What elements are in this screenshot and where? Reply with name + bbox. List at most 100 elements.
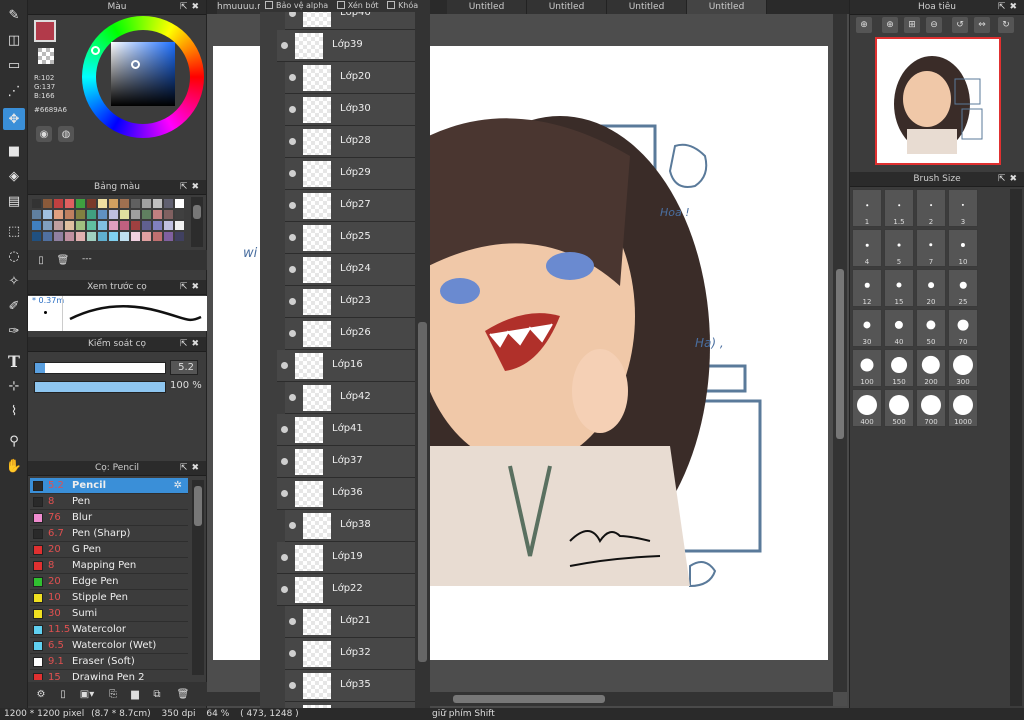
brush-item[interactable]: 8 Mapping Pen <box>30 558 188 574</box>
layer-visibility-icon[interactable] <box>289 522 296 529</box>
brush-size-scrollbar[interactable] <box>1010 189 1022 706</box>
layer-row[interactable]: Lớp29 <box>285 158 415 190</box>
layer-row[interactable]: Lớp20 <box>285 62 415 94</box>
tab-document-5[interactable]: Untitled <box>687 0 767 14</box>
palette-swatch[interactable] <box>142 232 151 241</box>
brush-tool-icon[interactable]: ✎ <box>3 4 25 26</box>
palette-swatch[interactable] <box>175 210 184 219</box>
move-tool-icon[interactable]: ✥ <box>3 108 25 130</box>
brush-size-preset[interactable]: 700 <box>916 389 946 427</box>
layer-row[interactable]: Lớp46 <box>285 12 415 30</box>
size-slider[interactable] <box>34 362 166 374</box>
brush-item[interactable]: 5.2 Pencil ✲ <box>30 478 188 494</box>
delete-color-icon[interactable]: 🗑 <box>56 253 70 267</box>
palette-swatch[interactable] <box>43 232 52 241</box>
panel-buttons[interactable]: ⇱✖ <box>180 337 203 352</box>
palette-swatch[interactable] <box>43 199 52 208</box>
layer-row[interactable]: Lớp21 <box>285 606 415 638</box>
brush-size-preset[interactable]: 40 <box>884 309 914 347</box>
palette-swatch[interactable] <box>120 210 129 219</box>
brush-size-preset[interactable]: 1000 <box>948 389 978 427</box>
layer-visibility-icon[interactable] <box>281 426 288 433</box>
palette-swatch[interactable] <box>32 221 41 230</box>
palette-swatch[interactable] <box>109 210 118 219</box>
brush-size-preset[interactable]: 150 <box>884 349 914 387</box>
brush-size-preset[interactable]: 10 <box>948 229 978 267</box>
brush-size-preset[interactable]: 300 <box>948 349 978 387</box>
brush-item[interactable]: 20 G Pen <box>30 542 188 558</box>
new-brush-icon[interactable]: ▯ <box>56 687 70 701</box>
brush-menu-icon[interactable]: ▣▾ <box>78 687 96 701</box>
palette-swatch[interactable] <box>87 210 96 219</box>
hand-tool-icon[interactable]: ✋ <box>3 455 25 477</box>
rect-select-tool-icon[interactable]: ⬚ <box>3 220 25 242</box>
palette-swatch[interactable] <box>87 232 96 241</box>
brush-list-scrollbar[interactable] <box>192 480 204 675</box>
palette-swatch[interactable] <box>65 221 74 230</box>
palette-swatch[interactable] <box>153 221 162 230</box>
layer-row[interactable]: Lớp42 <box>285 382 415 414</box>
tab-document-4[interactable]: Untitled <box>607 0 687 14</box>
transform-tool-icon[interactable]: ⊹ <box>3 375 25 397</box>
layer-row[interactable]: Lớp37 <box>277 446 415 478</box>
protect-alpha-option[interactable]: Bảo vệ alpha <box>265 1 328 10</box>
layer-visibility-icon[interactable] <box>289 394 296 401</box>
brush-item[interactable]: 6.5 Watercolor (Wet) <box>30 638 188 654</box>
layer-row[interactable]: Lớp30 <box>285 94 415 126</box>
delete-brush-icon[interactable]: 🗑 <box>176 687 190 701</box>
layer-visibility-icon[interactable] <box>289 266 296 273</box>
brush-settings-icon[interactable]: ✲ <box>174 478 182 494</box>
palette-swatch[interactable] <box>120 232 129 241</box>
brush-size-preset[interactable]: 25 <box>948 269 978 307</box>
panel-buttons[interactable]: ⇱✖ <box>998 0 1021 15</box>
palette-swatch[interactable] <box>65 210 74 219</box>
palette-swatch[interactable] <box>54 199 63 208</box>
layer-visibility-icon[interactable] <box>289 682 296 689</box>
palette-swatch[interactable] <box>175 221 184 230</box>
palette-swatch[interactable] <box>54 210 63 219</box>
palette-swatch[interactable] <box>131 221 140 230</box>
brush-size-preset[interactable]: 12 <box>852 269 882 307</box>
layer-row[interactable]: Lớp25 <box>285 222 415 254</box>
tab-document-2[interactable]: Untitled <box>447 0 527 14</box>
palette-swatch[interactable] <box>98 221 107 230</box>
palette-swatch[interactable] <box>131 210 140 219</box>
zoom-in-icon[interactable]: ⊕ <box>882 17 898 33</box>
palette-grid[interactable] <box>30 197 190 247</box>
layer-visibility-icon[interactable] <box>281 554 288 561</box>
color-history-icon[interactable]: ◍ <box>58 126 74 142</box>
layer-row[interactable]: Lớp26 <box>285 318 415 350</box>
palette-swatch[interactable] <box>98 199 107 208</box>
brush-item[interactable]: 6.7 Pen (Sharp) <box>30 526 188 542</box>
layer-row[interactable]: Lớp22 <box>277 574 415 606</box>
palette-swatch[interactable] <box>153 210 162 219</box>
brush-size-preset[interactable]: 7 <box>916 229 946 267</box>
palette-swatch[interactable] <box>164 232 173 241</box>
zoom-out-icon[interactable]: ⊖ <box>926 17 942 33</box>
layer-row[interactable]: Lớp38 <box>285 510 415 542</box>
layer-visibility-icon[interactable] <box>289 74 296 81</box>
brush-size-preset[interactable]: 70 <box>948 309 978 347</box>
brush-item[interactable]: 9.1 Eraser (Soft) <box>30 654 188 670</box>
folder-icon[interactable]: ▆ <box>128 687 142 701</box>
brush-item[interactable]: 20 Edge Pen <box>30 574 188 590</box>
panel-buttons[interactable]: ⇱✖ <box>180 180 203 195</box>
tab-document-3[interactable]: Untitled <box>527 0 607 14</box>
rotate-right-icon[interactable]: ↻ <box>998 17 1014 33</box>
palette-swatch[interactable] <box>87 199 96 208</box>
brush-size-preset[interactable]: 50 <box>916 309 946 347</box>
layer-scrollbar[interactable] <box>415 12 430 720</box>
layer-row[interactable]: Lớp41 <box>277 414 415 446</box>
palette-swatch[interactable] <box>32 232 41 241</box>
layer-visibility-icon[interactable] <box>289 298 296 305</box>
layer-row[interactable]: Lớp19 <box>277 542 415 574</box>
brush-size-preset[interactable]: 400 <box>852 389 882 427</box>
saturation-value-square[interactable] <box>111 42 175 106</box>
brush-item[interactable]: 11.5 Watercolor <box>30 622 188 638</box>
zoom-reset-icon[interactable]: ⊕ <box>856 17 872 33</box>
palette-swatch[interactable] <box>109 232 118 241</box>
lock-option[interactable]: Khóa <box>387 1 418 10</box>
palette-swatch[interactable] <box>76 221 85 230</box>
palette-swatch[interactable] <box>32 210 41 219</box>
brush-size-preset[interactable]: 1.5 <box>884 189 914 227</box>
